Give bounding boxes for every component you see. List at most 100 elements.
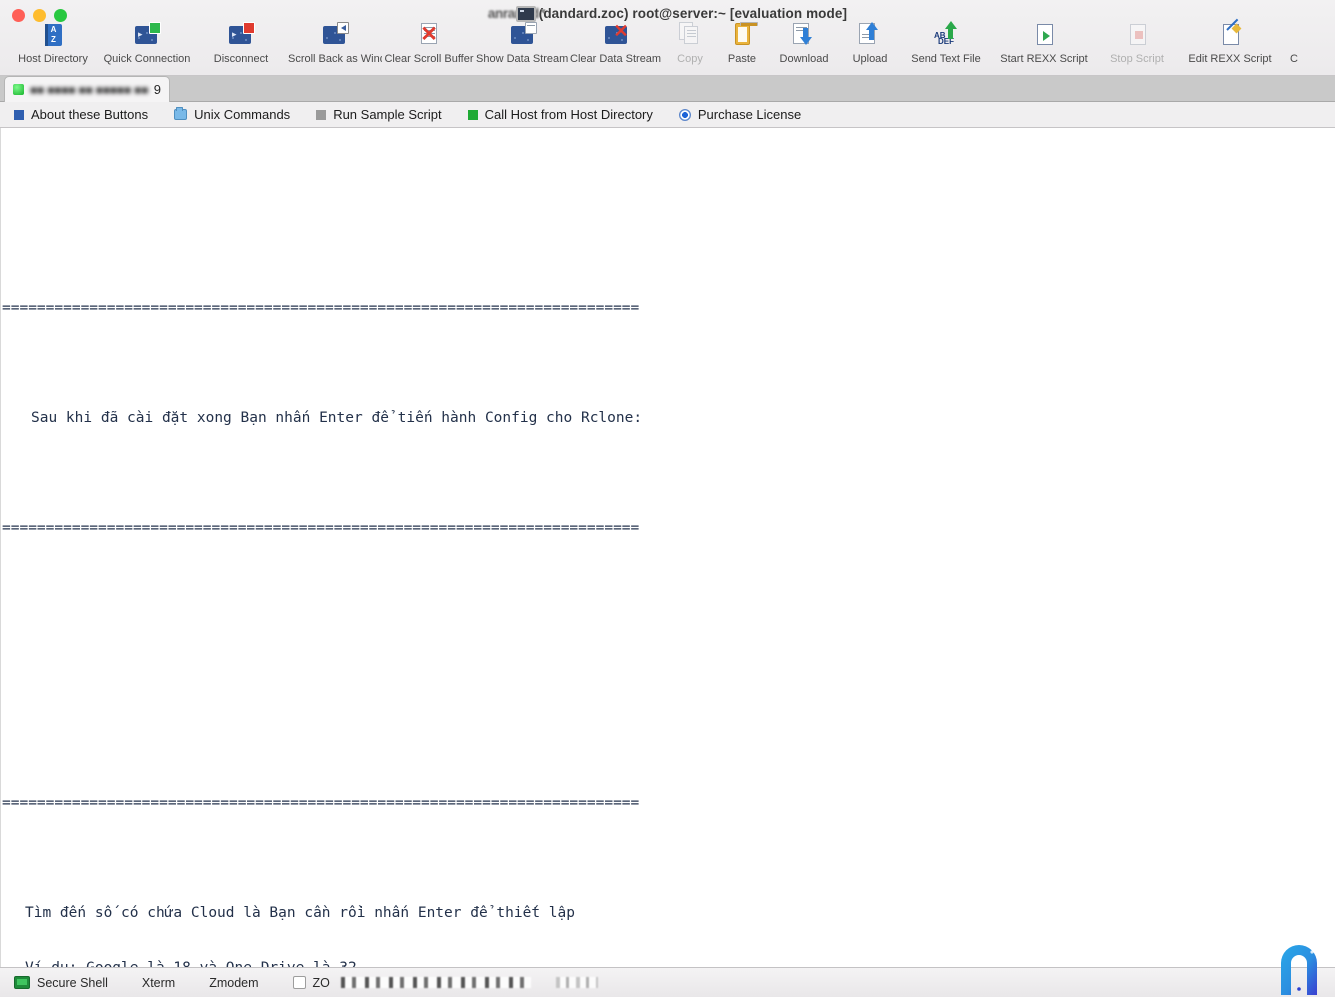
status-connection[interactable]: Secure Shell (14, 976, 108, 990)
toolbar-label: Upload (852, 53, 888, 65)
status-emulation-label: Xterm (141, 975, 176, 990)
blue-square-icon (14, 109, 24, 120)
scroll-back-window-icon (321, 22, 349, 50)
show-data-stream-viewer-icon (509, 22, 537, 50)
checkbox-icon[interactable] (292, 976, 306, 989)
toolbar-label: Clear Scroll Buffer (384, 53, 474, 65)
terminal-line-prompt-install: Sau khi đã cài đặt xong Bạn nhấn Enter đ… (31, 410, 643, 427)
terminal-window-icon (516, 6, 536, 22)
toolbar-button-copy[interactable]: Copy (664, 22, 716, 65)
title-bar: anran rd(dandard.zoc) root@server:~ [eva… (0, 0, 1335, 76)
status-bar: Secure Shell Xterm Zmodem ZO (0, 967, 1335, 997)
button-call-host-from-host-directory[interactable]: Call Host from Host Directory (467, 107, 653, 122)
toolbar-button-edit-rexx-script[interactable]: Edit REXX Script (1178, 22, 1282, 65)
button-unix-commands[interactable]: Unix Commands (174, 107, 290, 122)
button-about-these-buttons[interactable]: About these Buttons (14, 107, 148, 122)
toolbar-button-paste[interactable]: Paste (716, 22, 768, 65)
toolbar-label: Quick Connection (103, 53, 191, 65)
stop-script-icon (1123, 22, 1151, 50)
toolbar-label: Send Text File (911, 53, 981, 65)
disconnect-icon: ▸ (227, 22, 255, 50)
toolbar-button-scroll-back-as-window[interactable]: Scroll Back as Window (288, 22, 382, 65)
toolbar-label: C (1290, 53, 1298, 65)
toolbar-label: Scroll Back as Window (288, 53, 382, 65)
chevron-down-icon[interactable]: ▾ (541, 6, 546, 17)
window-title-text: (dandard.zoc) root@server:~ [evaluation … (538, 6, 848, 21)
status-transfer-label: Zmodem (209, 975, 259, 990)
status-zo-indicator[interactable]: ZO (292, 975, 598, 990)
status-redacted-text (340, 977, 531, 988)
status-transfer[interactable]: Zmodem (209, 976, 258, 990)
button-label: Unix Commands (194, 107, 291, 122)
toolbar-label: Edit REXX Script (1188, 53, 1272, 65)
tab-number: 9 (153, 82, 161, 97)
toolbar-button-quick-connection[interactable]: ▸ Quick Connection (100, 22, 194, 65)
toolbar-label: Host Directory (18, 53, 88, 65)
toolbar-button-show-data-stream-viewer[interactable]: Show Data Stream Viewer (476, 22, 570, 65)
button-label: Call Host from Host Directory (484, 107, 653, 122)
toolbar-button-send-text-file[interactable]: AB DEF Send Text File (900, 21, 992, 65)
tab-session-active[interactable]: ■■ ■■■■ ■■ ■■■■■ ■■■ ■ 9 (4, 76, 170, 102)
grey-square-icon (316, 109, 327, 120)
toolbar-button-upload[interactable]: Upload (840, 22, 900, 65)
button-bar: About these Buttons Unix Commands Run Sa… (0, 102, 1335, 128)
toolbar-label: Stop Script (1110, 53, 1164, 65)
toolbar-label: Paste (727, 53, 757, 65)
zoc-terminal-window: anran rd(dandard.zoc) root@server:~ [eva… (0, 0, 1335, 997)
radio-icon (678, 108, 691, 121)
status-redacted-text-2 (555, 977, 598, 988)
terminal-line-example: Ví dụ: Google là 18 và One Drive là 32. (1, 959, 1335, 967)
clear-scroll-buffer-icon: ✕ (420, 23, 438, 46)
folder-icon (174, 107, 188, 120)
clear-data-stream-buffer-icon: ✕ (603, 21, 631, 50)
toolbar-button-stop-script[interactable]: Stop Script (1096, 22, 1178, 65)
button-label: Run Sample Script (333, 107, 442, 122)
toolbar-button-clear-scroll-buffer[interactable]: ✕ Clear Scroll Buffer (382, 22, 476, 65)
host-directory-icon: AZ (39, 22, 67, 50)
upload-icon (856, 22, 884, 50)
button-run-sample-script[interactable]: Run Sample Script (316, 107, 442, 122)
connection-status-icon (13, 84, 24, 95)
button-label: About these Buttons (31, 107, 149, 122)
toolbar-label: Clear Data Stream Buffer (570, 53, 664, 65)
toolbar-label: Copy (677, 53, 703, 65)
toolbar-label: Start REXX Script (1000, 53, 1088, 65)
tab-title-redacted: ■■ ■■■■ ■■ ■■■■■ ■■■ ■ (30, 82, 148, 97)
green-square-icon (467, 109, 478, 120)
button-label: Purchase License (697, 107, 802, 122)
download-icon (790, 22, 818, 50)
monitor-icon (14, 976, 30, 989)
toolbar-button-start-rexx-script[interactable]: Start REXX Script (992, 22, 1096, 65)
main-toolbar: AZ Host Directory ▸ Quick Connection ▸ D… (0, 21, 1335, 65)
status-emulation[interactable]: Xterm (142, 976, 175, 990)
toolbar-button-disconnect[interactable]: ▸ Disconnect (194, 22, 288, 65)
paste-icon (728, 22, 758, 50)
overflow-icon (1282, 22, 1306, 50)
terminal-line-cloud-hint: Tìm đến số có chứa Cloud là Bạn cần rồi … (25, 905, 575, 922)
toolbar-button-clear-data-stream-buffer[interactable]: ✕ Clear Data Stream Buffer (570, 21, 664, 65)
status-zo-label: ZO (312, 975, 330, 990)
terminal-separator: ========================================… (2, 300, 640, 317)
toolbar-button-download[interactable]: Download (768, 22, 840, 65)
status-connection-label: Secure Shell (37, 975, 108, 990)
quick-connection-icon: ▸ (133, 22, 161, 50)
terminal-output[interactable]: ========================================… (0, 128, 1335, 967)
button-purchase-license[interactable]: Purchase License (678, 107, 802, 122)
terminal-separator: ========================================… (2, 795, 640, 812)
toolbar-label: Download (779, 53, 829, 65)
window-title: anran rd(dandard.zoc) root@server:~ [eva… (0, 6, 1335, 21)
toolbar-button-host-directory[interactable]: AZ Host Directory (6, 22, 100, 65)
toolbar-button-overflow[interactable]: C (1282, 22, 1306, 65)
edit-rexx-script-icon (1216, 22, 1244, 50)
tab-bar: ■■ ■■■■ ■■ ■■■■■ ■■■ ■ 9 (0, 76, 1335, 102)
send-text-file-icon: AB DEF (932, 21, 960, 50)
